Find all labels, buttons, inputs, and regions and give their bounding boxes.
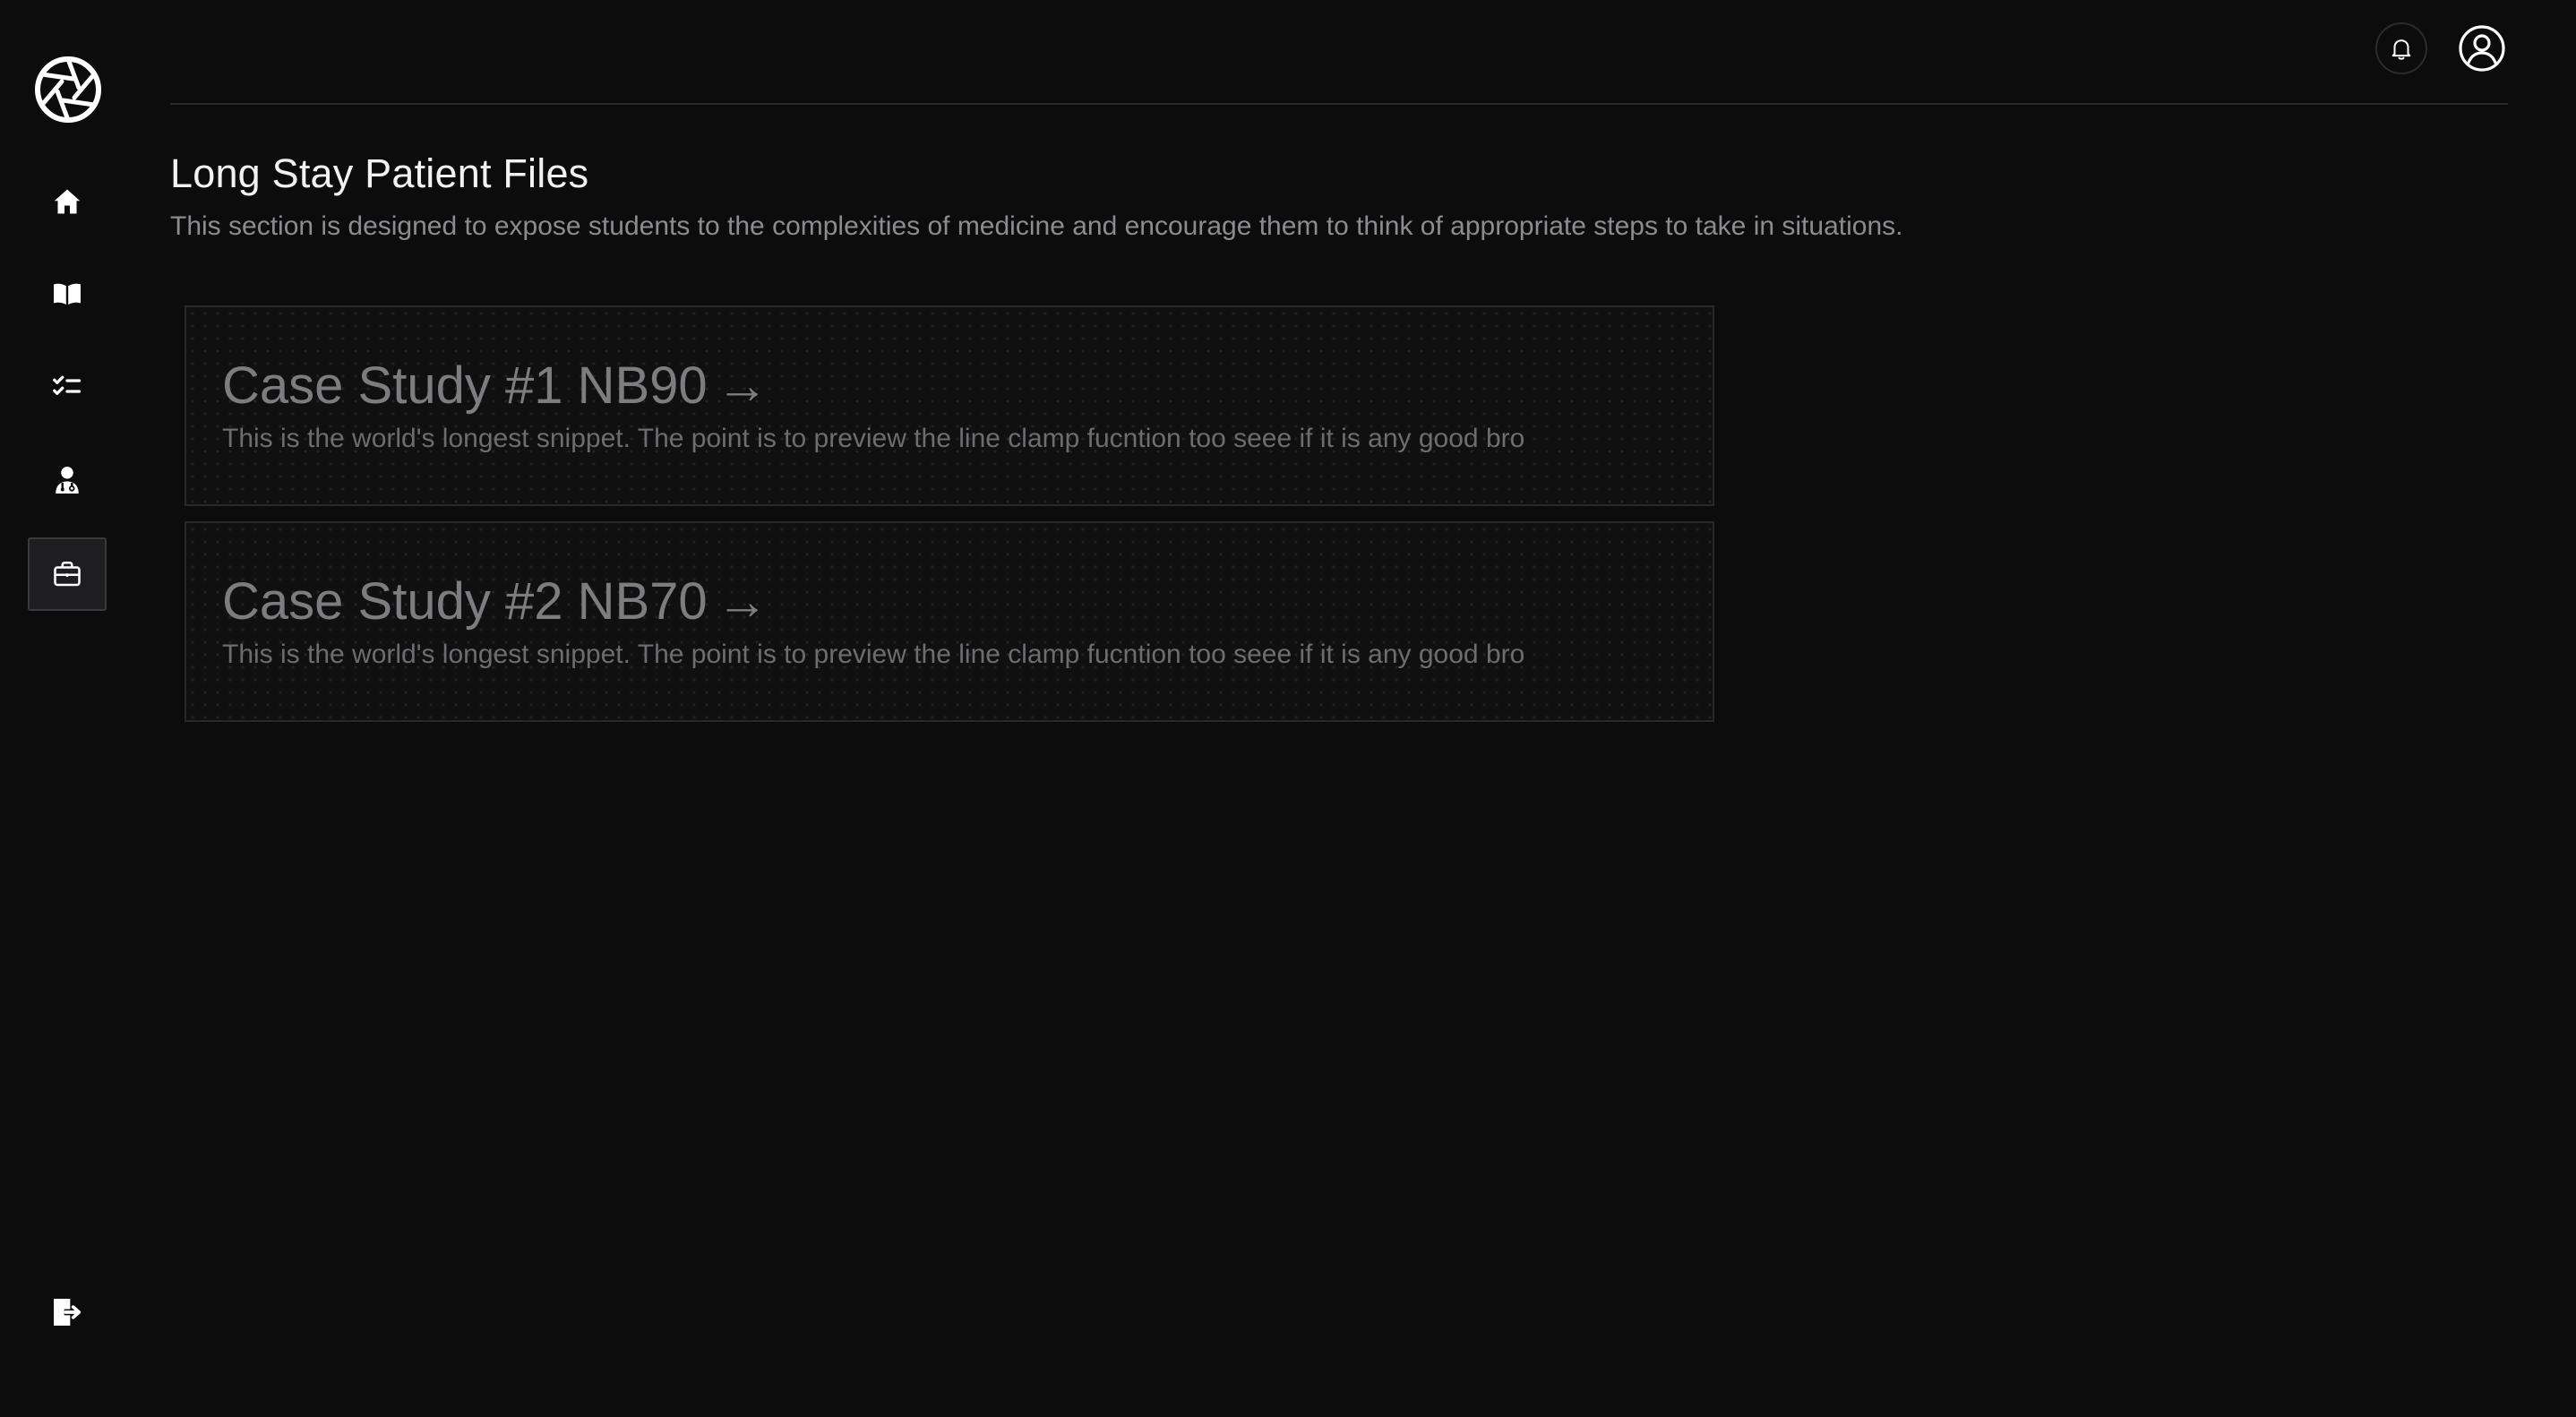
case-card-snippet: This is the world's longest snippet. The… — [222, 640, 1525, 669]
arrow-right-icon: → — [716, 356, 769, 415]
sidebar — [0, 0, 136, 1417]
page-description: This section is designed to expose stude… — [170, 211, 1903, 241]
aperture-icon[interactable] — [34, 56, 102, 124]
sidebar-item-cases[interactable] — [28, 537, 107, 611]
case-card-title[interactable]: Case Study #1 NB90 → — [222, 356, 769, 416]
header-divider — [170, 103, 2508, 105]
case-card-title[interactable]: Case Study #2 NB70 → — [222, 571, 769, 631]
sidebar-item-home[interactable] — [28, 165, 107, 238]
case-card-snippet: This is the world's longest snippet. The… — [222, 424, 1525, 453]
briefcase-icon — [54, 561, 81, 587]
book-open-icon — [54, 283, 81, 305]
app-window: Long Stay Patient Files This section is … — [0, 0, 2576, 1417]
case-title-text: Case Study #2 NB70 — [222, 572, 708, 631]
sidebar-item-checklist[interactable] — [28, 349, 107, 423]
checklist-icon — [53, 375, 82, 395]
home-icon — [54, 189, 81, 214]
case-title-text: Case Study #1 NB90 — [222, 356, 708, 415]
doctor-icon — [56, 467, 79, 494]
logout-icon — [54, 1299, 82, 1326]
sidebar-item-library[interactable] — [28, 257, 107, 331]
sidebar-item-doctor[interactable] — [28, 443, 107, 517]
case-card[interactable]: Case Study #1 NB90 → This is the world's … — [185, 305, 1714, 506]
bell-icon — [2391, 39, 2411, 60]
user-circle-icon — [2459, 25, 2505, 72]
case-card[interactable]: Case Study #2 NB70 → This is the world's … — [185, 521, 1714, 722]
arrow-right-icon: → — [716, 572, 769, 631]
page-title: Long Stay Patient Files — [170, 150, 589, 196]
account-button[interactable] — [2458, 24, 2506, 73]
logout-button[interactable] — [28, 1275, 107, 1349]
notifications-button[interactable] — [2375, 22, 2427, 74]
